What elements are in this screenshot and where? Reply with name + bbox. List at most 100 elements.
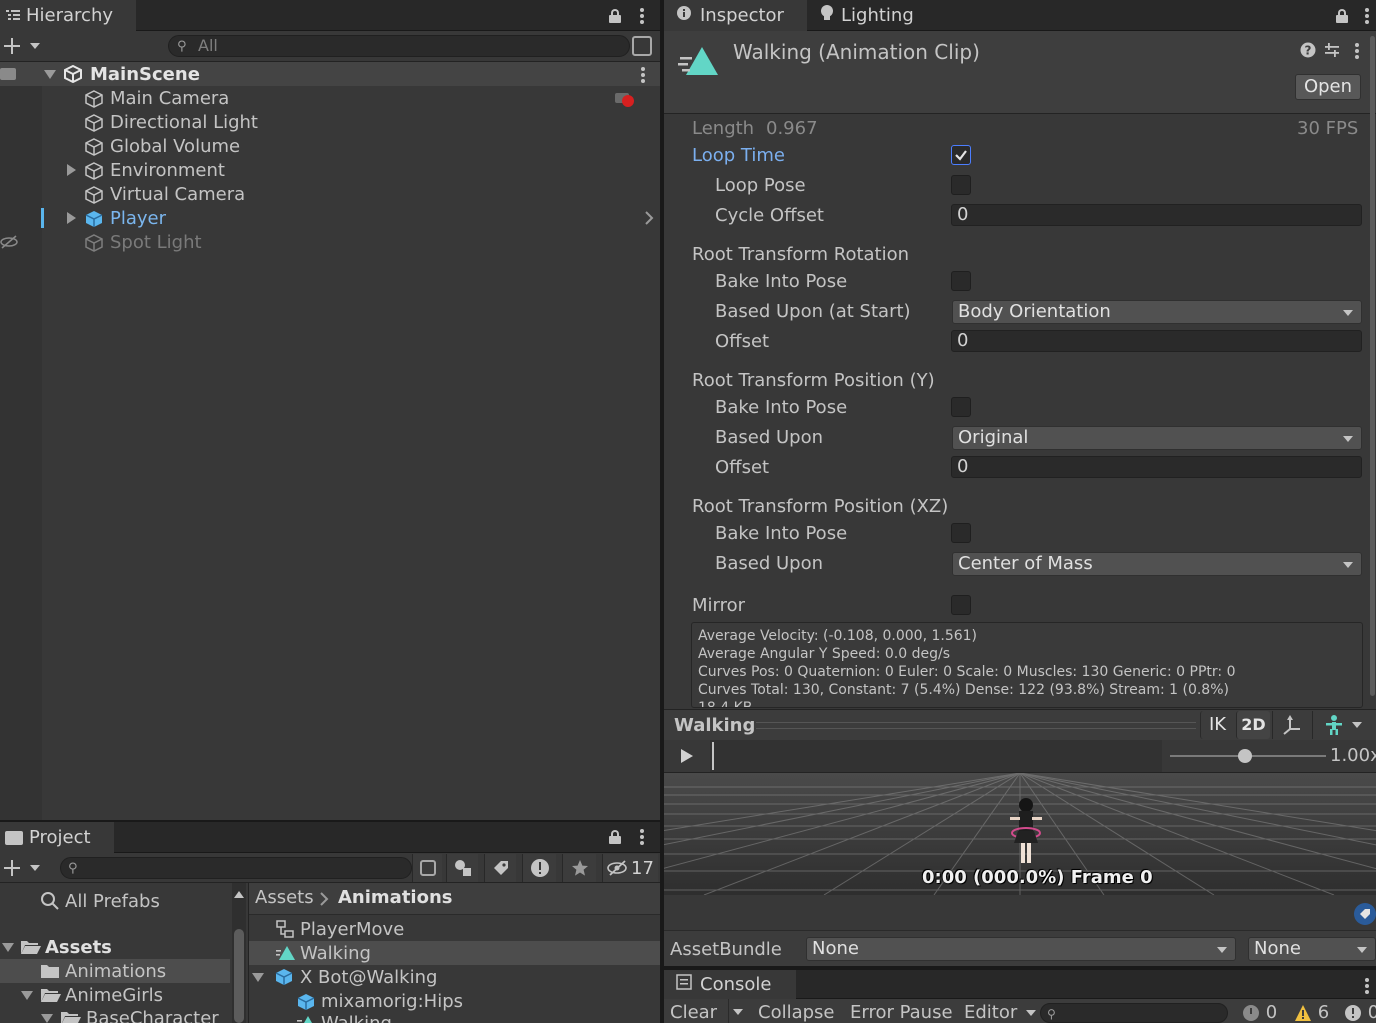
- loop-pose-checkbox[interactable]: [951, 175, 971, 195]
- loop-time-checkbox[interactable]: [951, 145, 971, 165]
- add-icon[interactable]: [4, 859, 44, 877]
- avatar-preview-dropdown[interactable]: [1312, 711, 1372, 739]
- lock-icon[interactable]: [609, 830, 621, 844]
- clear-button[interactable]: Clear: [670, 1002, 717, 1023]
- pivot-toggle[interactable]: [1272, 711, 1310, 739]
- unity-scene-icon: [64, 64, 82, 88]
- filter-by-status-button[interactable]: [522, 854, 556, 882]
- hierarchy-item[interactable]: Global Volume: [0, 134, 660, 158]
- open-button[interactable]: Open: [1295, 74, 1361, 100]
- tree-scrollbar[interactable]: [232, 883, 246, 1023]
- file-item[interactable]: X Bot@Walking: [249, 965, 660, 989]
- tab-lighting[interactable]: Lighting: [814, 0, 934, 31]
- hierarchy-item[interactable]: Spot Light: [0, 230, 660, 254]
- tree-item-animegirls[interactable]: AnimeGirls: [0, 983, 230, 1007]
- tab-console[interactable]: Console: [664, 970, 796, 999]
- favorite-button[interactable]: [562, 854, 596, 882]
- hidden-packages-button[interactable]: 17: [602, 854, 658, 882]
- mirror-checkbox[interactable]: [951, 595, 971, 615]
- add-icon[interactable]: [4, 37, 44, 55]
- scene-visibility-icon[interactable]: [632, 36, 652, 56]
- assetbundle-dropdown[interactable]: None: [806, 937, 1236, 961]
- rtxz-bake-checkbox[interactable]: [951, 523, 971, 543]
- preview-viewport[interactable]: 0:00 (000.0%) Frame 0: [664, 773, 1376, 895]
- expand-arrow-icon[interactable]: [21, 991, 33, 1000]
- expand-arrow-icon[interactable]: [67, 164, 76, 176]
- filter-by-type-button[interactable]: [446, 854, 478, 882]
- warning-toggle[interactable]: 6: [1294, 1002, 1329, 1023]
- rtr-offset-field[interactable]: 0: [951, 330, 1362, 352]
- expand-arrow-icon[interactable]: [2, 943, 14, 952]
- scene-row[interactable]: MainScene: [0, 62, 660, 86]
- speed-slider[interactable]: [1168, 740, 1328, 772]
- loop-time-label[interactable]: Loop Time: [692, 145, 785, 166]
- expand-arrow-icon[interactable]: [41, 1014, 53, 1023]
- mode-2d-toggle[interactable]: 2D: [1236, 711, 1270, 739]
- tab-hierarchy[interactable]: Hierarchy: [0, 0, 136, 31]
- help-icon[interactable]: ?: [1300, 42, 1316, 62]
- hierarchy-item[interactable]: Virtual Camera: [0, 182, 660, 206]
- scroll-up-arrow-icon[interactable]: [234, 891, 244, 898]
- rtxz-based-upon-dropdown[interactable]: Center of Mass: [952, 552, 1362, 576]
- tree-item-basecharacter[interactable]: BaseCharacter: [0, 1006, 230, 1023]
- expand-arrow-icon[interactable]: [67, 212, 76, 224]
- file-item[interactable]: Walking: [249, 1011, 660, 1023]
- assetbundle-variant-dropdown[interactable]: None: [1248, 937, 1376, 961]
- tree-item-all-prefabs[interactable]: All Prefabs: [0, 889, 230, 913]
- log-toggle[interactable]: 0: [1242, 1002, 1277, 1023]
- expand-arrow-icon[interactable]: [252, 973, 264, 982]
- lock-icon[interactable]: [1336, 9, 1348, 23]
- rty-offset-field[interactable]: 0: [951, 456, 1362, 478]
- svg-text:?: ?: [1305, 44, 1312, 58]
- expand-arrow-icon[interactable]: [44, 70, 56, 79]
- rtr-bake-checkbox[interactable]: [951, 271, 971, 291]
- timeline-scrubber[interactable]: [710, 740, 1162, 772]
- chevron-right-icon[interactable]: [644, 210, 654, 231]
- breadcrumb-root[interactable]: Assets: [255, 887, 314, 908]
- rty-bake-checkbox[interactable]: [951, 397, 971, 417]
- more-options-icon[interactable]: [640, 8, 644, 26]
- tree-item-animations[interactable]: Animations: [0, 959, 230, 983]
- tree-item-assets[interactable]: Assets: [0, 935, 230, 959]
- cycle-offset-field[interactable]: 0: [951, 204, 1362, 226]
- play-button[interactable]: [664, 740, 711, 772]
- playhead[interactable]: [712, 742, 714, 770]
- filter-by-label-button[interactable]: [484, 854, 516, 882]
- rtr-based-upon-dropdown[interactable]: Body Orientation: [952, 300, 1362, 324]
- editor-dropdown[interactable]: Editor: [964, 1002, 1037, 1023]
- more-options-icon[interactable]: [640, 829, 644, 847]
- rty-based-upon-dropdown[interactable]: Original: [952, 426, 1362, 450]
- inspector-scrollbar[interactable]: [1370, 36, 1375, 696]
- collapse-button[interactable]: Collapse: [758, 1002, 835, 1023]
- hierarchy-item[interactable]: Environment: [0, 158, 660, 182]
- scroll-thumb[interactable]: [234, 929, 244, 1023]
- hidden-eye-icon[interactable]: [0, 234, 18, 255]
- hierarchy-item[interactable]: Main Camera: [0, 86, 660, 110]
- preview-drag-handle[interactable]: [756, 722, 1196, 729]
- error-pause-button[interactable]: Error Pause: [850, 1002, 953, 1023]
- hierarchy-item-player[interactable]: Player: [0, 206, 660, 230]
- more-options-icon[interactable]: [1365, 8, 1369, 26]
- scene-menu-icon[interactable]: [641, 67, 645, 85]
- presets-icon[interactable]: [1324, 42, 1340, 62]
- search-by-scene-button[interactable]: [412, 854, 442, 882]
- ik-toggle[interactable]: IK: [1200, 711, 1234, 739]
- length-label: Length: [692, 118, 755, 139]
- tab-inspector[interactable]: Inspector: [664, 0, 807, 31]
- breadcrumb-current[interactable]: Animations: [338, 887, 453, 908]
- hierarchy-item[interactable]: Directional Light: [0, 110, 660, 134]
- file-item[interactable]: PlayerMove: [249, 917, 660, 941]
- error-toggle[interactable]: 0: [1344, 1002, 1376, 1023]
- more-options-icon[interactable]: [1365, 978, 1369, 996]
- lock-icon[interactable]: [609, 9, 621, 23]
- project-search-input[interactable]: ⚲: [60, 857, 412, 879]
- component-menu-icon[interactable]: [1355, 43, 1359, 61]
- asset-label-tag-icon[interactable]: [1354, 903, 1376, 925]
- file-item-selected[interactable]: Walking: [249, 941, 660, 965]
- tab-project[interactable]: Project: [0, 822, 114, 853]
- console-search-input[interactable]: ⚲: [1040, 1003, 1228, 1023]
- hierarchy-search-input[interactable]: ⚲ All: [168, 35, 630, 57]
- clear-options-dropdown[interactable]: [728, 999, 749, 1023]
- file-item[interactable]: mixamorig:Hips: [249, 989, 660, 1013]
- slider-thumb[interactable]: [1238, 749, 1252, 763]
